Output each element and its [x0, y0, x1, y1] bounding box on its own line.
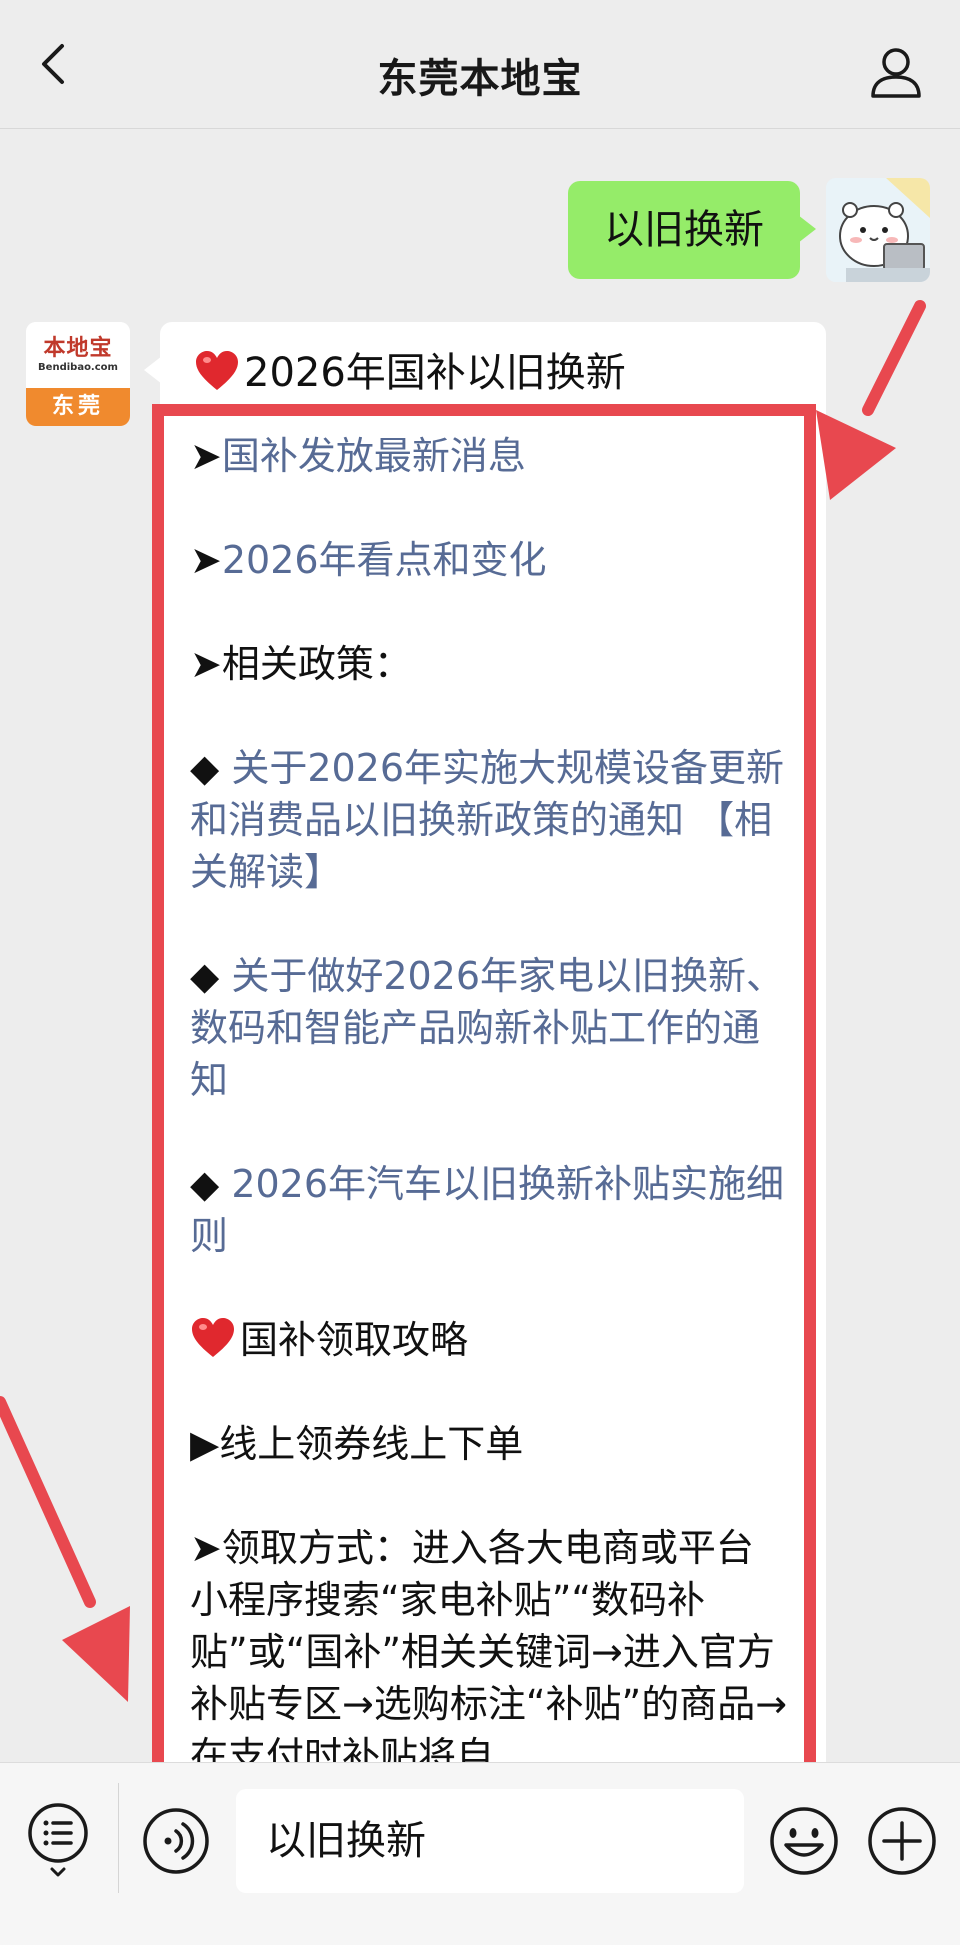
news-link[interactable]: 国补发放最新消息: [222, 434, 526, 478]
message-content: ➤国补发放最新消息 ➤2026年看点和变化 ➤相关政策： ◆ 关于2026年实施…: [190, 430, 790, 1780]
heart-icon: [196, 351, 238, 390]
hamster-avatar-icon: [826, 178, 930, 282]
method-text: ➤领取方式：进入各大电商或平台小程序搜索“家电补贴”“数码补贴”或“国补”相关关…: [190, 1526, 788, 1778]
heart-icon: [192, 1318, 234, 1357]
user-avatar[interactable]: [826, 178, 930, 282]
logo-domain-text: Bendibao.com: [38, 362, 118, 373]
page-title: 东莞本地宝: [377, 56, 583, 102]
logo-top: 本地宝 Bendibao.com: [26, 322, 130, 388]
section-heading-text: 国补领取攻略: [240, 1318, 469, 1362]
policy-label: 相关政策：: [221, 642, 412, 686]
emoji-icon[interactable]: [768, 1805, 840, 1877]
menu-list-icon[interactable]: [26, 1801, 90, 1881]
message-heading: 2026年国补以旧换新: [194, 340, 626, 398]
policy-link-2[interactable]: 关于做好2026年家电以旧换新、数码和智能产品购新补贴工作的通知: [190, 954, 784, 1102]
top-nav-bar: 东莞本地宝: [0, 0, 960, 129]
message-input[interactable]: 以旧换新: [236, 1789, 744, 1893]
voice-icon[interactable]: [142, 1807, 210, 1875]
message-heading-text: 2026年国补以旧换新: [244, 350, 626, 396]
official-account-avatar[interactable]: 本地宝 Bendibao.com 东莞: [26, 322, 130, 426]
policy-link-3[interactable]: 2026年汽车以旧换新补贴实施细则: [190, 1162, 784, 1258]
highlights-link[interactable]: 2026年看点和变化: [222, 538, 547, 582]
person-icon[interactable]: [868, 44, 924, 100]
plus-icon[interactable]: [866, 1805, 938, 1877]
arrow-bottom-left-icon: [0, 1396, 130, 1702]
logo-brand-text: 本地宝: [43, 336, 113, 361]
logo-city-text: 东莞: [26, 388, 130, 426]
section-heading: 国补领取攻略: [190, 1314, 790, 1366]
policy-link-1[interactable]: 关于2026年实施大规模设备更新和消费品以旧换新政策的通知: [190, 746, 784, 842]
sent-message-bubble[interactable]: 以旧换新: [568, 181, 816, 279]
online-line: ▶线上领券线上下单: [190, 1422, 524, 1466]
policy-label-line: ➤相关政策：: [190, 642, 412, 686]
sent-message-text: 以旧换新: [604, 207, 764, 253]
online-text: 线上领券线上下单: [219, 1422, 524, 1466]
bar-divider: [118, 1783, 119, 1893]
received-message-bubble: 2026年国补以旧换新 ➤国补发放最新消息 ➤2026年看点和变化 ➤相关政策：…: [144, 322, 826, 1782]
bottom-input-bar: 以旧换新: [0, 1762, 960, 1945]
arrow-top-right-icon: [816, 300, 926, 500]
